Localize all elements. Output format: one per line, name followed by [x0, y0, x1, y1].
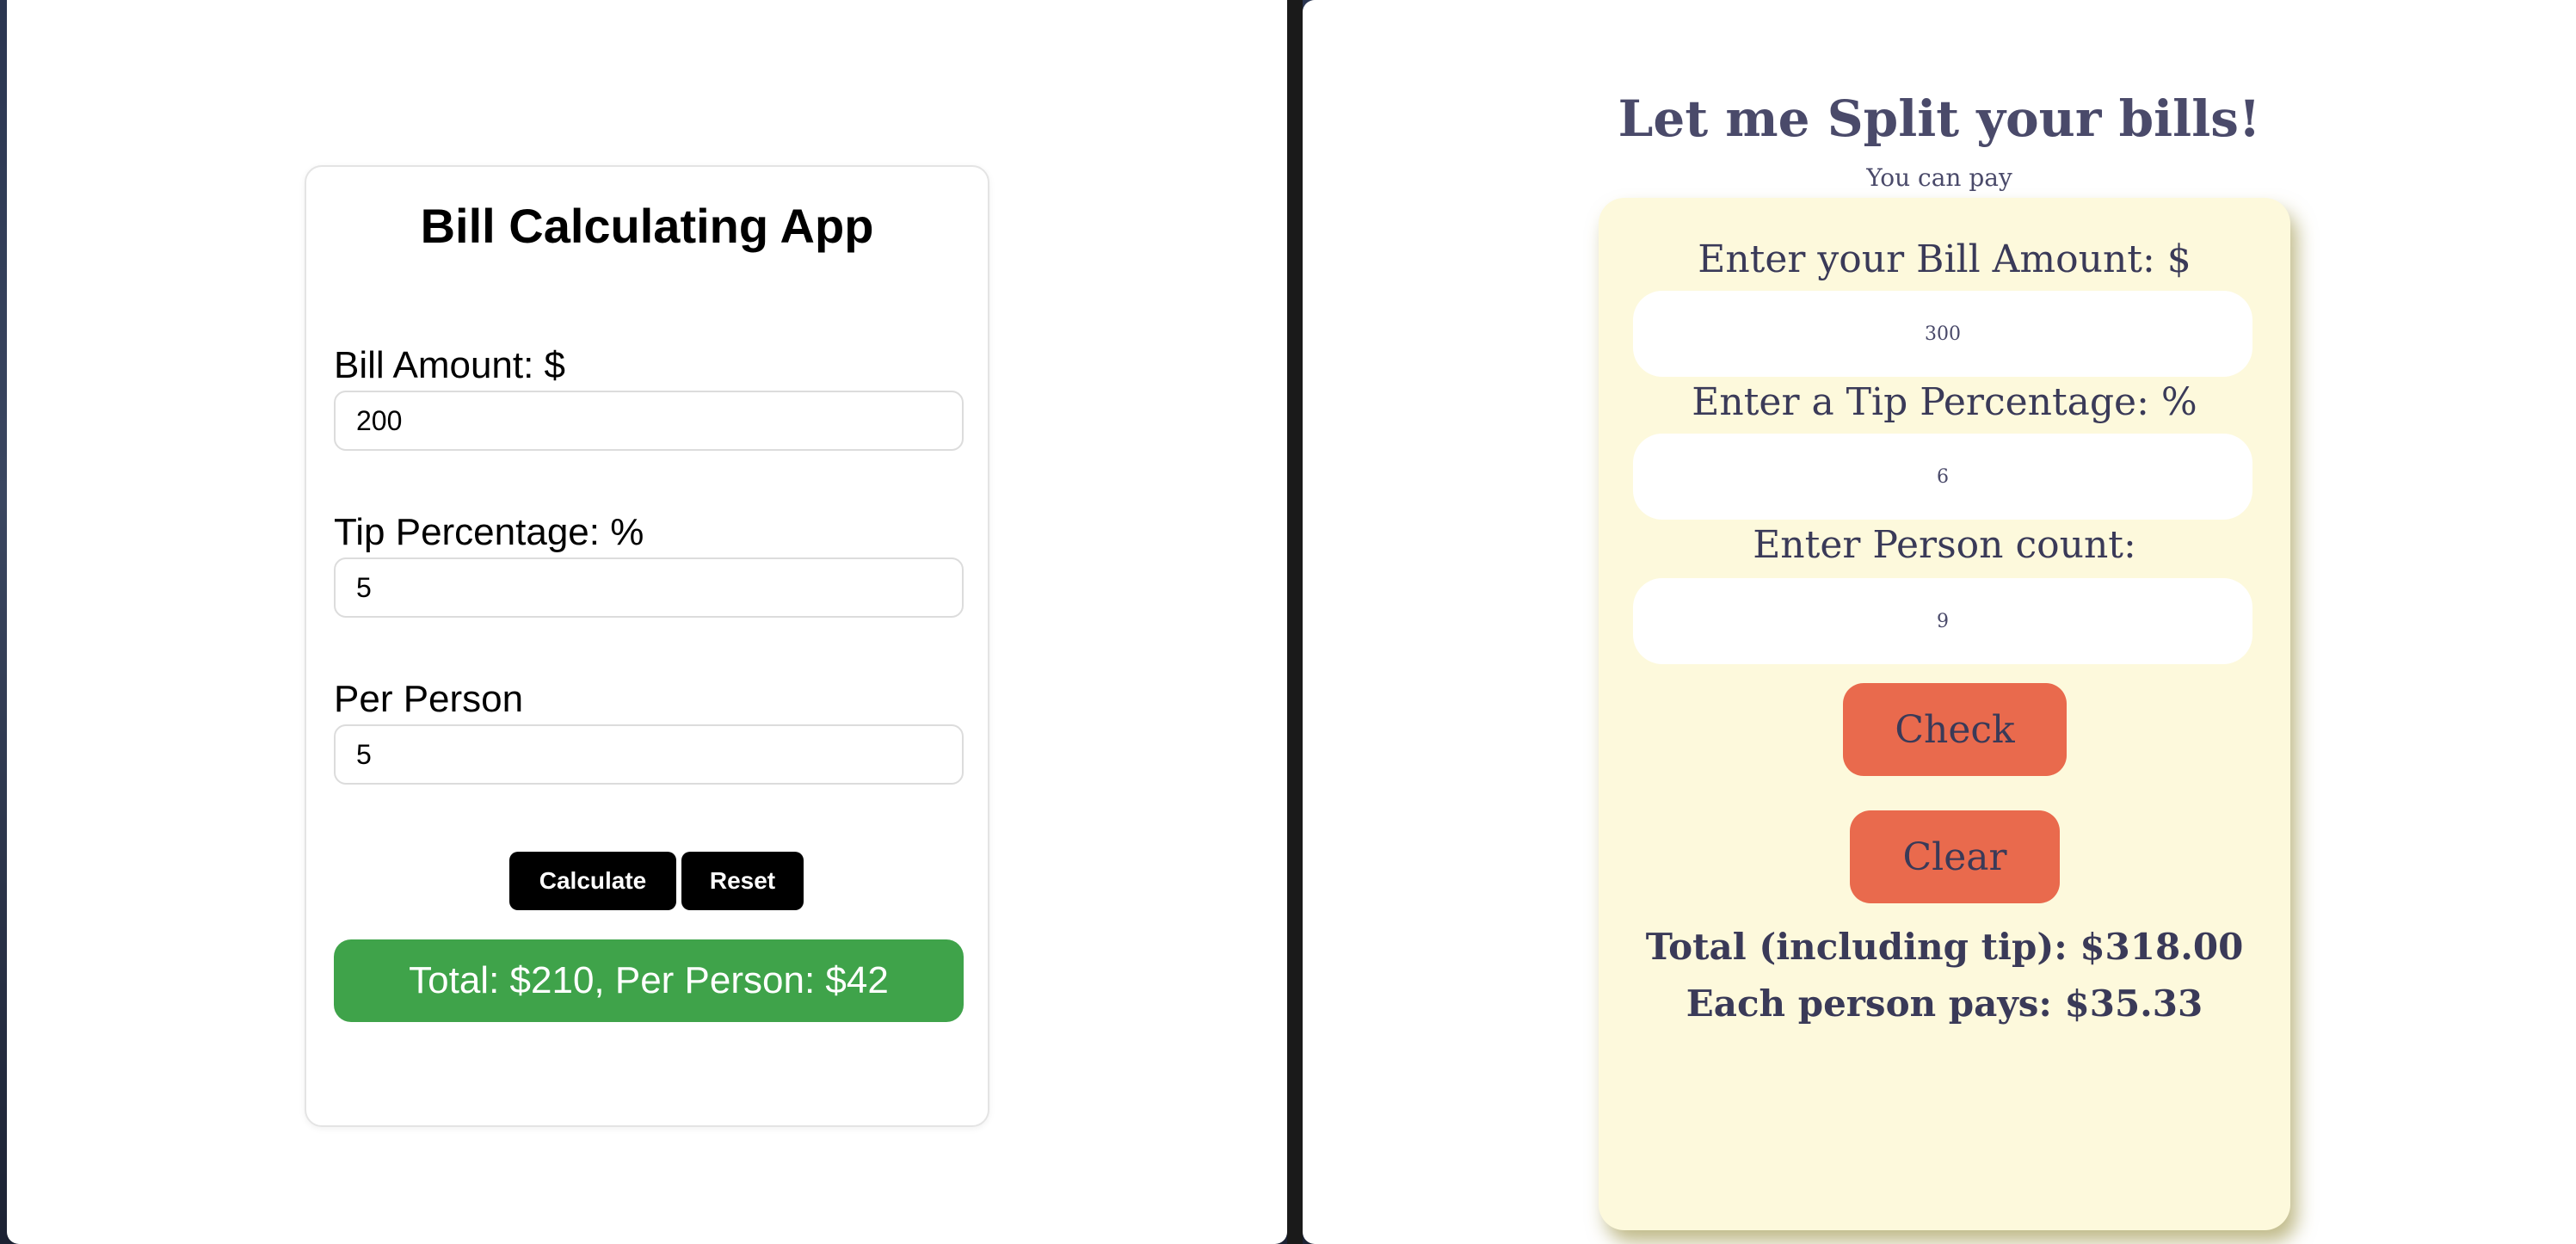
- per-person-label: Per Person: [334, 678, 524, 720]
- split-subtitle: You can pay: [1866, 163, 2012, 192]
- split-card: Enter your Bill Amount: $ Enter a Tip Pe…: [1599, 198, 2290, 1230]
- per-person-input[interactable]: [334, 724, 964, 785]
- desktop-background: Bill Calculating App Bill Amount: $ Tip …: [0, 0, 2576, 1244]
- total-result: Total (including tip): $318.00: [1645, 926, 2244, 968]
- tip-percentage-label: Enter a Tip Percentage: %: [1692, 380, 2197, 424]
- check-button[interactable]: Check: [1843, 683, 2067, 776]
- bill-amount-input[interactable]: [334, 391, 964, 451]
- window-gap: [1287, 0, 1303, 1244]
- tip-percentage-input[interactable]: [334, 557, 964, 618]
- app-title: Bill Calculating App: [420, 199, 874, 253]
- tip-percentage-input[interactable]: [1633, 434, 2252, 520]
- right-app-window: Let me Split your bills! You can pay Ent…: [1303, 0, 2576, 1244]
- split-title: Let me Split your bills!: [1618, 89, 2261, 148]
- left-app-window: Bill Calculating App Bill Amount: $ Tip …: [7, 0, 1287, 1244]
- bill-amount-label: Enter your Bill Amount: $: [1698, 237, 2191, 281]
- result-banner: Total: $210, Per Person: $42: [334, 939, 964, 1022]
- bill-amount-label: Bill Amount: $: [334, 344, 566, 386]
- person-count-label: Enter Person count:: [1753, 523, 2136, 567]
- reset-button[interactable]: Reset: [681, 852, 804, 910]
- bill-amount-input[interactable]: [1633, 291, 2252, 377]
- clear-button[interactable]: Clear: [1850, 810, 2060, 903]
- person-count-input[interactable]: [1633, 578, 2252, 664]
- bill-calculator-card: Bill Calculating App Bill Amount: $ Tip …: [305, 165, 989, 1127]
- each-person-result: Each person pays: $35.33: [1685, 982, 2203, 1025]
- tip-percentage-label: Tip Percentage: %: [334, 511, 644, 553]
- calculate-button[interactable]: Calculate: [509, 852, 676, 910]
